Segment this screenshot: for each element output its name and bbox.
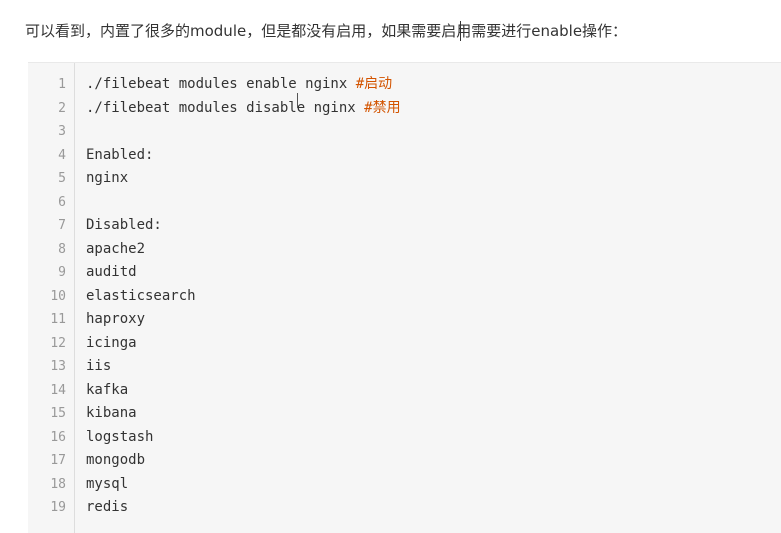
line-number: 6: [58, 194, 66, 210]
line-number: 5: [58, 171, 66, 186]
line-number: 10: [50, 288, 66, 304]
code-text: icinga: [86, 332, 137, 356]
line-number: 4: [58, 147, 66, 163]
code-text: haproxy: [86, 308, 145, 332]
line-number: 18: [50, 476, 66, 492]
code-statement: apache2: [86, 240, 146, 257]
code-statement: redis: [86, 499, 129, 515]
intro-paragraph: 可以看到，内置了很多的module，但是都没有启用，如果需要启用需要进行enab…: [25, 22, 628, 40]
code-statement: auditd: [86, 264, 137, 280]
code-text: kafka: [86, 379, 128, 403]
line-number: 15: [50, 406, 66, 421]
code-statement: icinga: [86, 334, 137, 351]
code-statement: logstash: [86, 428, 154, 445]
line-number: 9: [58, 265, 66, 280]
code-text: apache2: [86, 238, 145, 262]
code-statement: kibana: [86, 405, 137, 421]
code-comment: #启动: [355, 76, 393, 92]
code-statement: kafka: [86, 381, 129, 398]
line-number: 11: [50, 312, 66, 327]
code-statement: ./filebeat modules disable nginx: [86, 99, 365, 116]
code-comment: #禁用: [364, 99, 401, 116]
line-number: 7: [58, 218, 66, 233]
line-number: 3: [58, 124, 66, 139]
code-text: kibana: [86, 402, 137, 426]
code-statement: elasticsearch: [86, 287, 196, 304]
code-text: ./filebeat modules disable nginx #禁用: [86, 97, 401, 121]
line-number: 17: [50, 453, 66, 468]
code-text: logstash: [86, 426, 153, 450]
code-text: mysql: [86, 473, 128, 497]
line-number: 16: [50, 429, 66, 445]
line-number: 19: [50, 500, 66, 515]
code-text: redis: [86, 496, 128, 520]
code-text: Disabled:: [86, 214, 162, 238]
code-statement: ./filebeat modules enable nginx: [86, 76, 356, 92]
code-block: 1 ./filebeat modules enable nginx #启动 2 ./f…: [28, 62, 781, 533]
code-statement: nginx: [86, 170, 129, 186]
code-statement: Enabled:: [86, 146, 154, 163]
code-text: auditd: [86, 261, 137, 285]
code-statement: iis: [86, 358, 112, 374]
line-number: 13: [50, 359, 66, 374]
code-text: iis: [86, 355, 111, 379]
code-text: elasticsearch: [86, 285, 196, 309]
line-number: 14: [50, 382, 66, 398]
code-text: mongodb: [86, 449, 145, 473]
mouse-ibeam-cursor: [297, 93, 298, 108]
code-text: ./filebeat modules enable nginx #启动: [86, 73, 392, 97]
code-text: Enabled:: [86, 144, 153, 168]
code-statement: mongodb: [86, 452, 146, 468]
line-number: 12: [50, 335, 66, 351]
text-cursor: [460, 21, 461, 41]
line-number: 1: [58, 77, 66, 92]
code-statement: Disabled:: [86, 217, 162, 233]
code-statement: haproxy: [86, 311, 146, 327]
line-number: 8: [58, 241, 66, 257]
code-statement: mysql: [86, 475, 129, 492]
line-number: 2: [58, 100, 66, 116]
code-text: nginx: [86, 167, 128, 191]
